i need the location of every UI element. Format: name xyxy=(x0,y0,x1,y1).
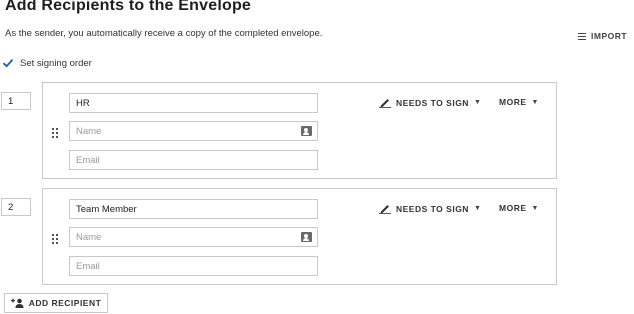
import-label: IMPORT xyxy=(591,31,628,41)
pen-icon xyxy=(379,99,391,108)
more-dropdown[interactable]: MORE ▼ xyxy=(499,203,539,213)
email-input[interactable]: Email xyxy=(69,150,318,170)
signing-order-label: Set signing order xyxy=(20,57,92,69)
caret-down-icon: ▼ xyxy=(531,204,539,212)
needs-to-sign-label: NEEDS TO SIGN xyxy=(396,97,469,108)
signing-order-toggle[interactable]: Set signing order xyxy=(2,57,92,69)
more-dropdown[interactable]: MORE ▼ xyxy=(499,97,539,107)
caret-down-icon: ▼ xyxy=(473,99,482,106)
pen-icon xyxy=(379,205,391,214)
add-person-icon xyxy=(10,298,24,308)
caret-down-icon: ▼ xyxy=(531,98,539,106)
name-input[interactable]: Name xyxy=(69,121,318,141)
contact-card-icon[interactable] xyxy=(301,126,312,136)
drag-handle-icon[interactable] xyxy=(52,128,58,138)
needs-to-sign-dropdown[interactable]: NEEDS TO SIGN ▼ xyxy=(379,97,481,108)
add-recipient-button[interactable]: ADD RECIPIENT xyxy=(4,293,108,313)
list-icon xyxy=(578,32,586,40)
add-recipient-label: ADD RECIPIENT xyxy=(28,298,102,308)
page-subtitle: As the sender, you automatically receive… xyxy=(5,28,323,39)
more-label: MORE xyxy=(499,203,527,213)
recipient-order-input[interactable]: 2 xyxy=(1,198,31,216)
caret-down-icon: ▼ xyxy=(473,205,482,212)
name-input[interactable]: Name xyxy=(69,227,318,247)
import-button[interactable]: IMPORT xyxy=(578,31,627,41)
contact-card-icon[interactable] xyxy=(301,232,312,242)
recipient-card: HR Name Email NEEDS TO SIGN ▼ MORE ▼ xyxy=(42,82,557,179)
recipient-order-input[interactable]: 1 xyxy=(1,92,31,110)
role-input[interactable]: HR xyxy=(69,93,318,113)
needs-to-sign-dropdown[interactable]: NEEDS TO SIGN ▼ xyxy=(379,203,481,214)
needs-to-sign-label: NEEDS TO SIGN xyxy=(396,203,469,214)
email-input[interactable]: Email xyxy=(69,256,318,276)
recipient-card: Team Member Name Email NEEDS TO SIGN ▼ M… xyxy=(42,188,557,285)
checkbox-checked-icon[interactable] xyxy=(2,57,14,69)
more-label: MORE xyxy=(499,97,527,107)
page-title: Add Recipients to the Envelope xyxy=(5,0,252,14)
name-placeholder: Name xyxy=(76,232,102,243)
drag-handle-icon[interactable] xyxy=(52,234,58,244)
name-placeholder: Name xyxy=(76,126,102,137)
role-input[interactable]: Team Member xyxy=(69,199,318,219)
